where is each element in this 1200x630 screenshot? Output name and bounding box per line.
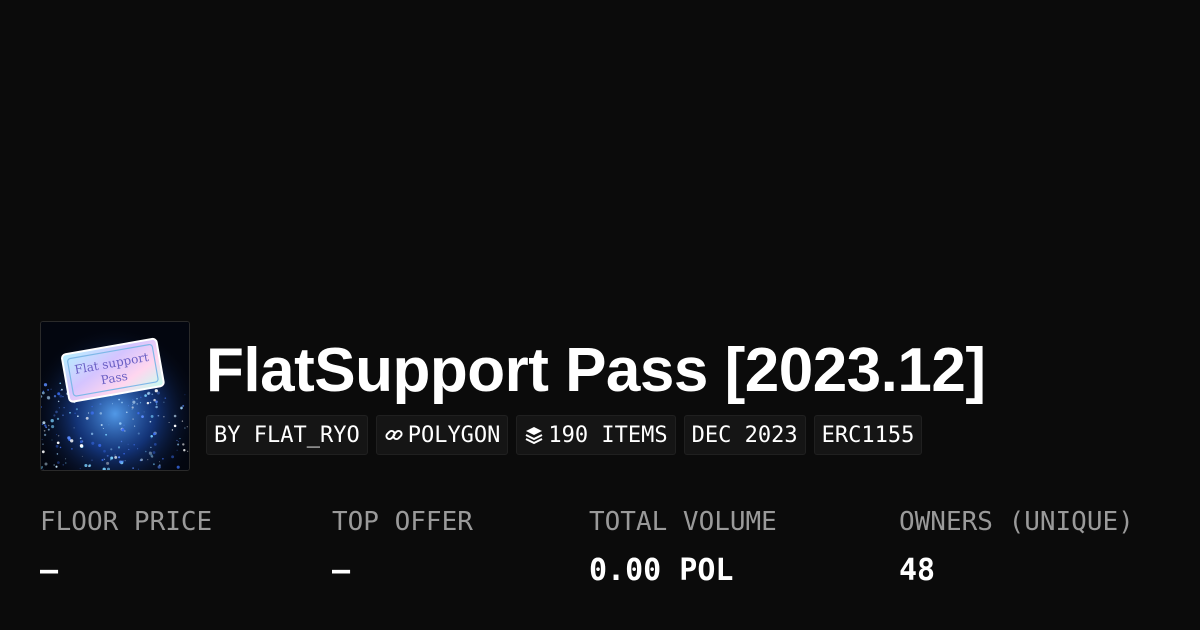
stat-owners: OWNERS (UNIQUE) 48	[899, 500, 1134, 598]
tag-date-label: DEC 2023	[691, 422, 798, 448]
tag-date[interactable]: DEC 2023	[683, 415, 806, 455]
collection-stats: FLOOR PRICE – TOP OFFER – TOTAL VOLUME 0…	[0, 500, 1200, 600]
thumbnail-art: Flat support Pass	[41, 322, 189, 470]
tag-items-label: 190 ITEMS	[548, 422, 668, 448]
stat-total-volume-label: TOTAL VOLUME	[589, 507, 777, 537]
stat-top-offer-value: –	[332, 553, 351, 588]
collection-tags: BY FLAT_RYO POLYGON 190 ITEMS DEC 2023 E…	[206, 415, 923, 455]
stat-floor-price: FLOOR PRICE –	[40, 500, 212, 598]
chain-link-icon	[384, 425, 404, 445]
stat-total-volume-value: 0.00 POL	[589, 553, 734, 588]
collection-header: Flat support Pass FlatSupport Pass [2023…	[40, 321, 1180, 471]
tag-chain-label: POLYGON	[407, 422, 501, 448]
stat-floor-price-label: FLOOR PRICE	[40, 507, 213, 537]
tag-items[interactable]: 190 ITEMS	[516, 415, 676, 455]
stat-top-offer: TOP OFFER –	[332, 500, 473, 598]
collection-title: FlatSupport Pass [2023.12]	[206, 336, 986, 405]
tag-chain[interactable]: POLYGON	[375, 415, 509, 455]
layers-icon	[524, 425, 544, 445]
tag-creator-label: BY FLAT_RYO	[214, 422, 360, 448]
stat-owners-value: 48	[899, 553, 936, 588]
stat-top-offer-label: TOP OFFER	[332, 507, 473, 537]
collection-thumbnail[interactable]: Flat support Pass	[40, 321, 190, 471]
stat-floor-price-value: –	[40, 553, 59, 588]
tag-standard[interactable]: ERC1155	[813, 415, 923, 455]
stat-total-volume: TOTAL VOLUME 0.00 POL	[589, 500, 777, 598]
stat-owners-label: OWNERS (UNIQUE)	[899, 507, 1134, 537]
tag-creator[interactable]: BY FLAT_RYO	[206, 415, 368, 455]
tag-standard-label: ERC1155	[821, 422, 915, 448]
